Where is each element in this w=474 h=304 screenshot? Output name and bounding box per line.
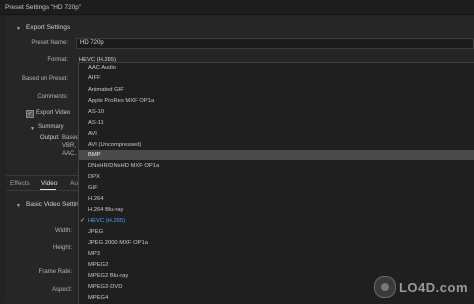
format-option-gif[interactable]: GIF [79, 183, 474, 193]
format-option-animated-gif[interactable]: Animated GIF [79, 85, 474, 95]
tab-audio[interactable]: Au [70, 180, 78, 187]
tabs-divider-top [6, 175, 78, 176]
format-option-as-11[interactable]: AS-11 [79, 118, 474, 128]
format-option-h264-blu-ray[interactable]: H.264 Blu-ray [79, 205, 474, 215]
video-settings-collapse-icon[interactable]: ▼ [16, 203, 21, 209]
selected-check-icon: ✓ [80, 218, 86, 224]
format-option-jpeg2000-mxf[interactable]: JPEG 2000 MXF OP1a [79, 238, 474, 248]
lo4d-logo-icon [373, 276, 396, 298]
export-settings-collapse-icon[interactable]: ▼ [16, 26, 21, 32]
format-option-aiff[interactable]: AIFF [79, 73, 474, 83]
export-video-label: Export Video [36, 110, 71, 116]
format-option-bmp[interactable]: BMP [79, 150, 474, 160]
export-video-checkbox[interactable]: ✓ [26, 110, 34, 118]
window-titlebar: Preset Settings "HD 720p" [0, 0, 474, 15]
summary-line: Based [62, 135, 80, 141]
width-label: Width: [54, 228, 72, 234]
format-option-avi[interactable]: AVI [79, 129, 474, 139]
format-option-mp3[interactable]: MP3 [79, 249, 474, 259]
format-option-mpeg2[interactable]: MPEG2 [79, 260, 474, 270]
window-title: Preset Settings "HD 720p" [5, 4, 82, 11]
format-label: Format: [47, 57, 68, 63]
preset-name-value: HD 720p [80, 40, 104, 46]
based-on-preset-label: Based on Preset: [21, 76, 68, 82]
preset-name-input[interactable]: HD 720p [76, 38, 474, 49]
tab-effects[interactable]: Effects [10, 180, 30, 187]
frame-rate-label: Frame Rate: [38, 269, 72, 275]
comments-label: Comments: [37, 94, 68, 100]
export-settings-header: Export Settings [26, 24, 71, 31]
format-option-aac-audio[interactable]: AAC Audio [79, 63, 474, 73]
checkmark-icon: ✓ [27, 111, 33, 117]
format-option-as-10[interactable]: AS-10 [79, 107, 474, 117]
format-option-h264[interactable]: H.264 [79, 194, 474, 204]
height-label: Height: [52, 245, 72, 251]
watermark-text: LO4D.com [398, 279, 468, 295]
format-option-apple-prores-mxf[interactable]: Apple ProRes MXF OP1a [79, 96, 474, 106]
format-option-dnxhr-dnxhd[interactable]: DNxHR/DNxHD MXF OP1a [79, 161, 474, 171]
lo4d-watermark: LO4D.com [373, 276, 468, 298]
basic-video-settings-header: Basic Video Setting [26, 201, 83, 208]
summary-collapse-icon[interactable]: ▼ [30, 126, 35, 132]
format-option-avi-uncompressed[interactable]: AVI (Uncompressed) [79, 140, 474, 150]
format-option-dpx[interactable]: DPX [79, 172, 474, 182]
format-dropdown-list: AAC Audio AIFF Animated GIF Apple ProRes… [78, 62, 474, 304]
preset-name-label: Preset Name: [31, 40, 68, 46]
tabs-divider-bottom [6, 190, 78, 191]
summary-header: Summary [38, 124, 64, 130]
format-option-jpeg[interactable]: JPEG [79, 227, 474, 237]
aspect-label: Aspect: [51, 287, 72, 293]
tab-video[interactable]: Video [41, 180, 58, 187]
summary-output-label: Output: [40, 135, 60, 141]
format-option-hevc[interactable]: ✓ HEVC (H.265) [79, 216, 474, 226]
